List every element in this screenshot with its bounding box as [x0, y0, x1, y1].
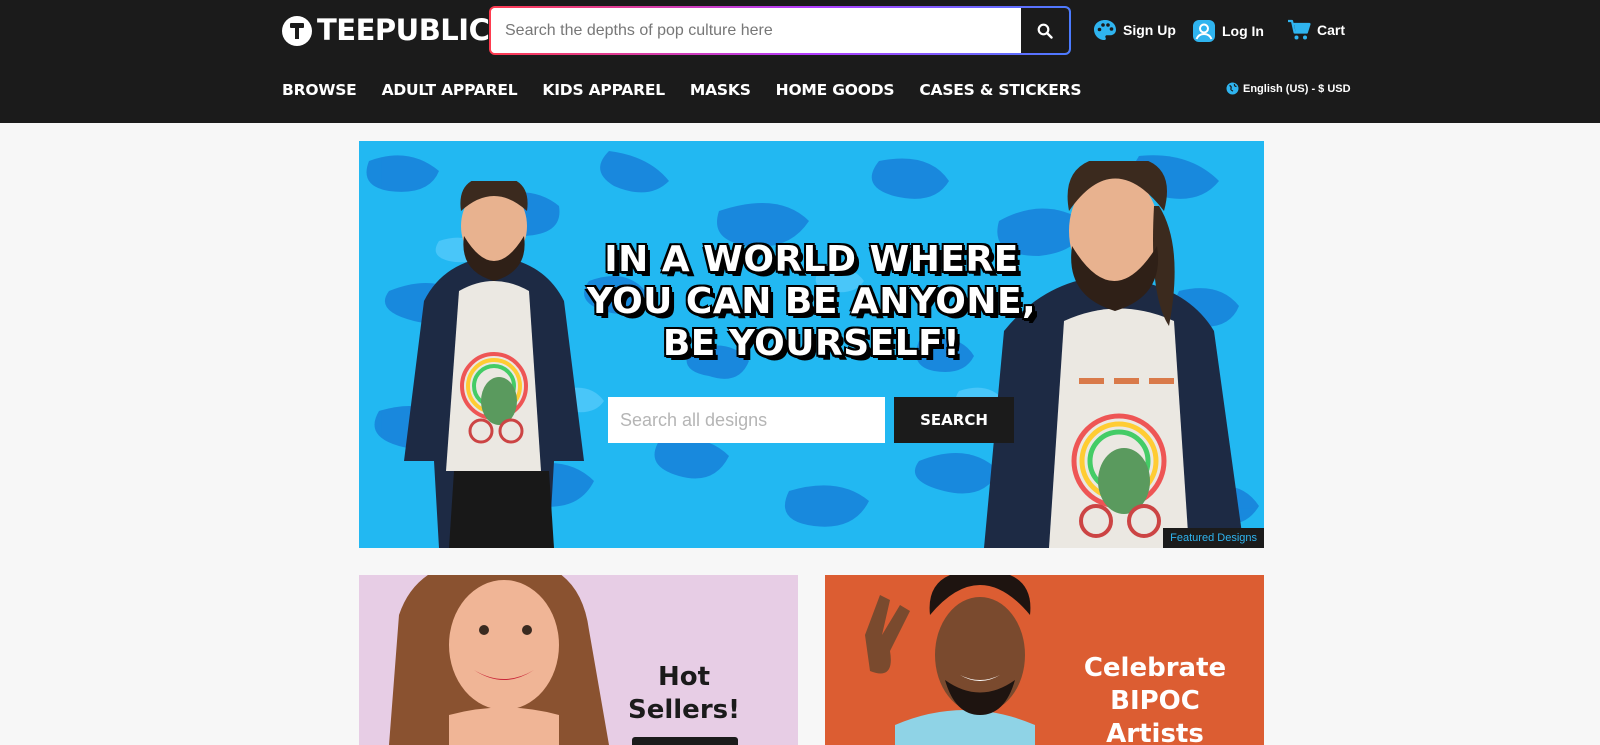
palette-icon [1094, 20, 1116, 40]
nav-masks[interactable]: MASKS [690, 78, 751, 102]
nav-kids-apparel[interactable]: KIDS APPAREL [542, 78, 665, 102]
nav-adult-apparel[interactable]: ADULT APPAREL [382, 78, 518, 102]
sign-up-label: Sign Up [1123, 22, 1176, 38]
log-in-link[interactable]: Log In [1192, 19, 1264, 43]
promo-bipoc-line-1: Celebrate [1083, 653, 1227, 683]
hero-headline-line-3: BE YOURSELF! [662, 323, 961, 364]
promo-hot-sellers-button[interactable] [632, 737, 738, 745]
promo-bipoc-text: Celebrate BIPOC Artists [1075, 652, 1235, 745]
cart-label: Cart [1317, 22, 1346, 38]
user-icon [1193, 20, 1215, 42]
search-icon [1037, 23, 1053, 39]
hero-headline: IN A WORLD WHERE YOU CAN BE ANYONE, BE Y… [359, 239, 1264, 365]
nav-home-goods[interactable]: HOME GOODS [776, 78, 895, 102]
hero-search-input[interactable] [608, 397, 885, 443]
teepublic-logo[interactable]: TEEPUBLIC [282, 13, 490, 47]
nav-cases-stickers[interactable]: CASES & STICKERS [919, 78, 1081, 102]
hero-banner: IN A WORLD WHERE YOU CAN BE ANYONE, BE Y… [359, 141, 1264, 548]
nav-browse[interactable]: BROWSE [282, 78, 357, 102]
globe-icon [1226, 82, 1239, 95]
featured-designs-link[interactable]: Featured Designs [1163, 528, 1264, 548]
main-nav: BROWSE ADULT APPAREL KIDS APPAREL MASKS … [282, 78, 1106, 102]
log-in-label: Log In [1222, 23, 1264, 39]
locale-label: English (US) - $ USD [1243, 82, 1351, 95]
hero-search-button[interactable]: SEARCH [894, 397, 1014, 443]
header-search-input[interactable] [491, 8, 1021, 53]
logo-text: TEEPUBLIC [317, 13, 490, 47]
header-search-button[interactable] [1021, 8, 1069, 53]
cart-link[interactable]: Cart [1287, 19, 1345, 41]
cart-icon [1288, 19, 1311, 40]
promo-model-right-image [865, 575, 1035, 745]
locale-selector[interactable]: English (US) - $ USD [1226, 82, 1351, 95]
hero-headline-line-1: IN A WORLD WHERE [604, 239, 1019, 280]
promo-hot-sellers[interactable]: Hot Sellers! [359, 575, 798, 745]
sign-up-link[interactable]: Sign Up [1093, 19, 1176, 41]
promo-hot-sellers-text: Hot Sellers! [624, 661, 744, 727]
hero-headline-line-2: YOU CAN BE ANYONE, [586, 281, 1037, 322]
promo-bipoc-line-2: BIPOC [1110, 686, 1200, 716]
promo-bipoc-artists[interactable]: Celebrate BIPOC Artists [825, 575, 1264, 745]
promo-hot-sellers-line-2: Sellers! [628, 695, 740, 725]
promo-model-left-image [389, 575, 609, 745]
tshirt-logo-icon [282, 15, 312, 46]
site-header: TEEPUBLIC Sign Up Log In [0, 0, 1600, 123]
promo-hot-sellers-line-1: Hot [657, 662, 711, 692]
header-search [489, 6, 1071, 55]
